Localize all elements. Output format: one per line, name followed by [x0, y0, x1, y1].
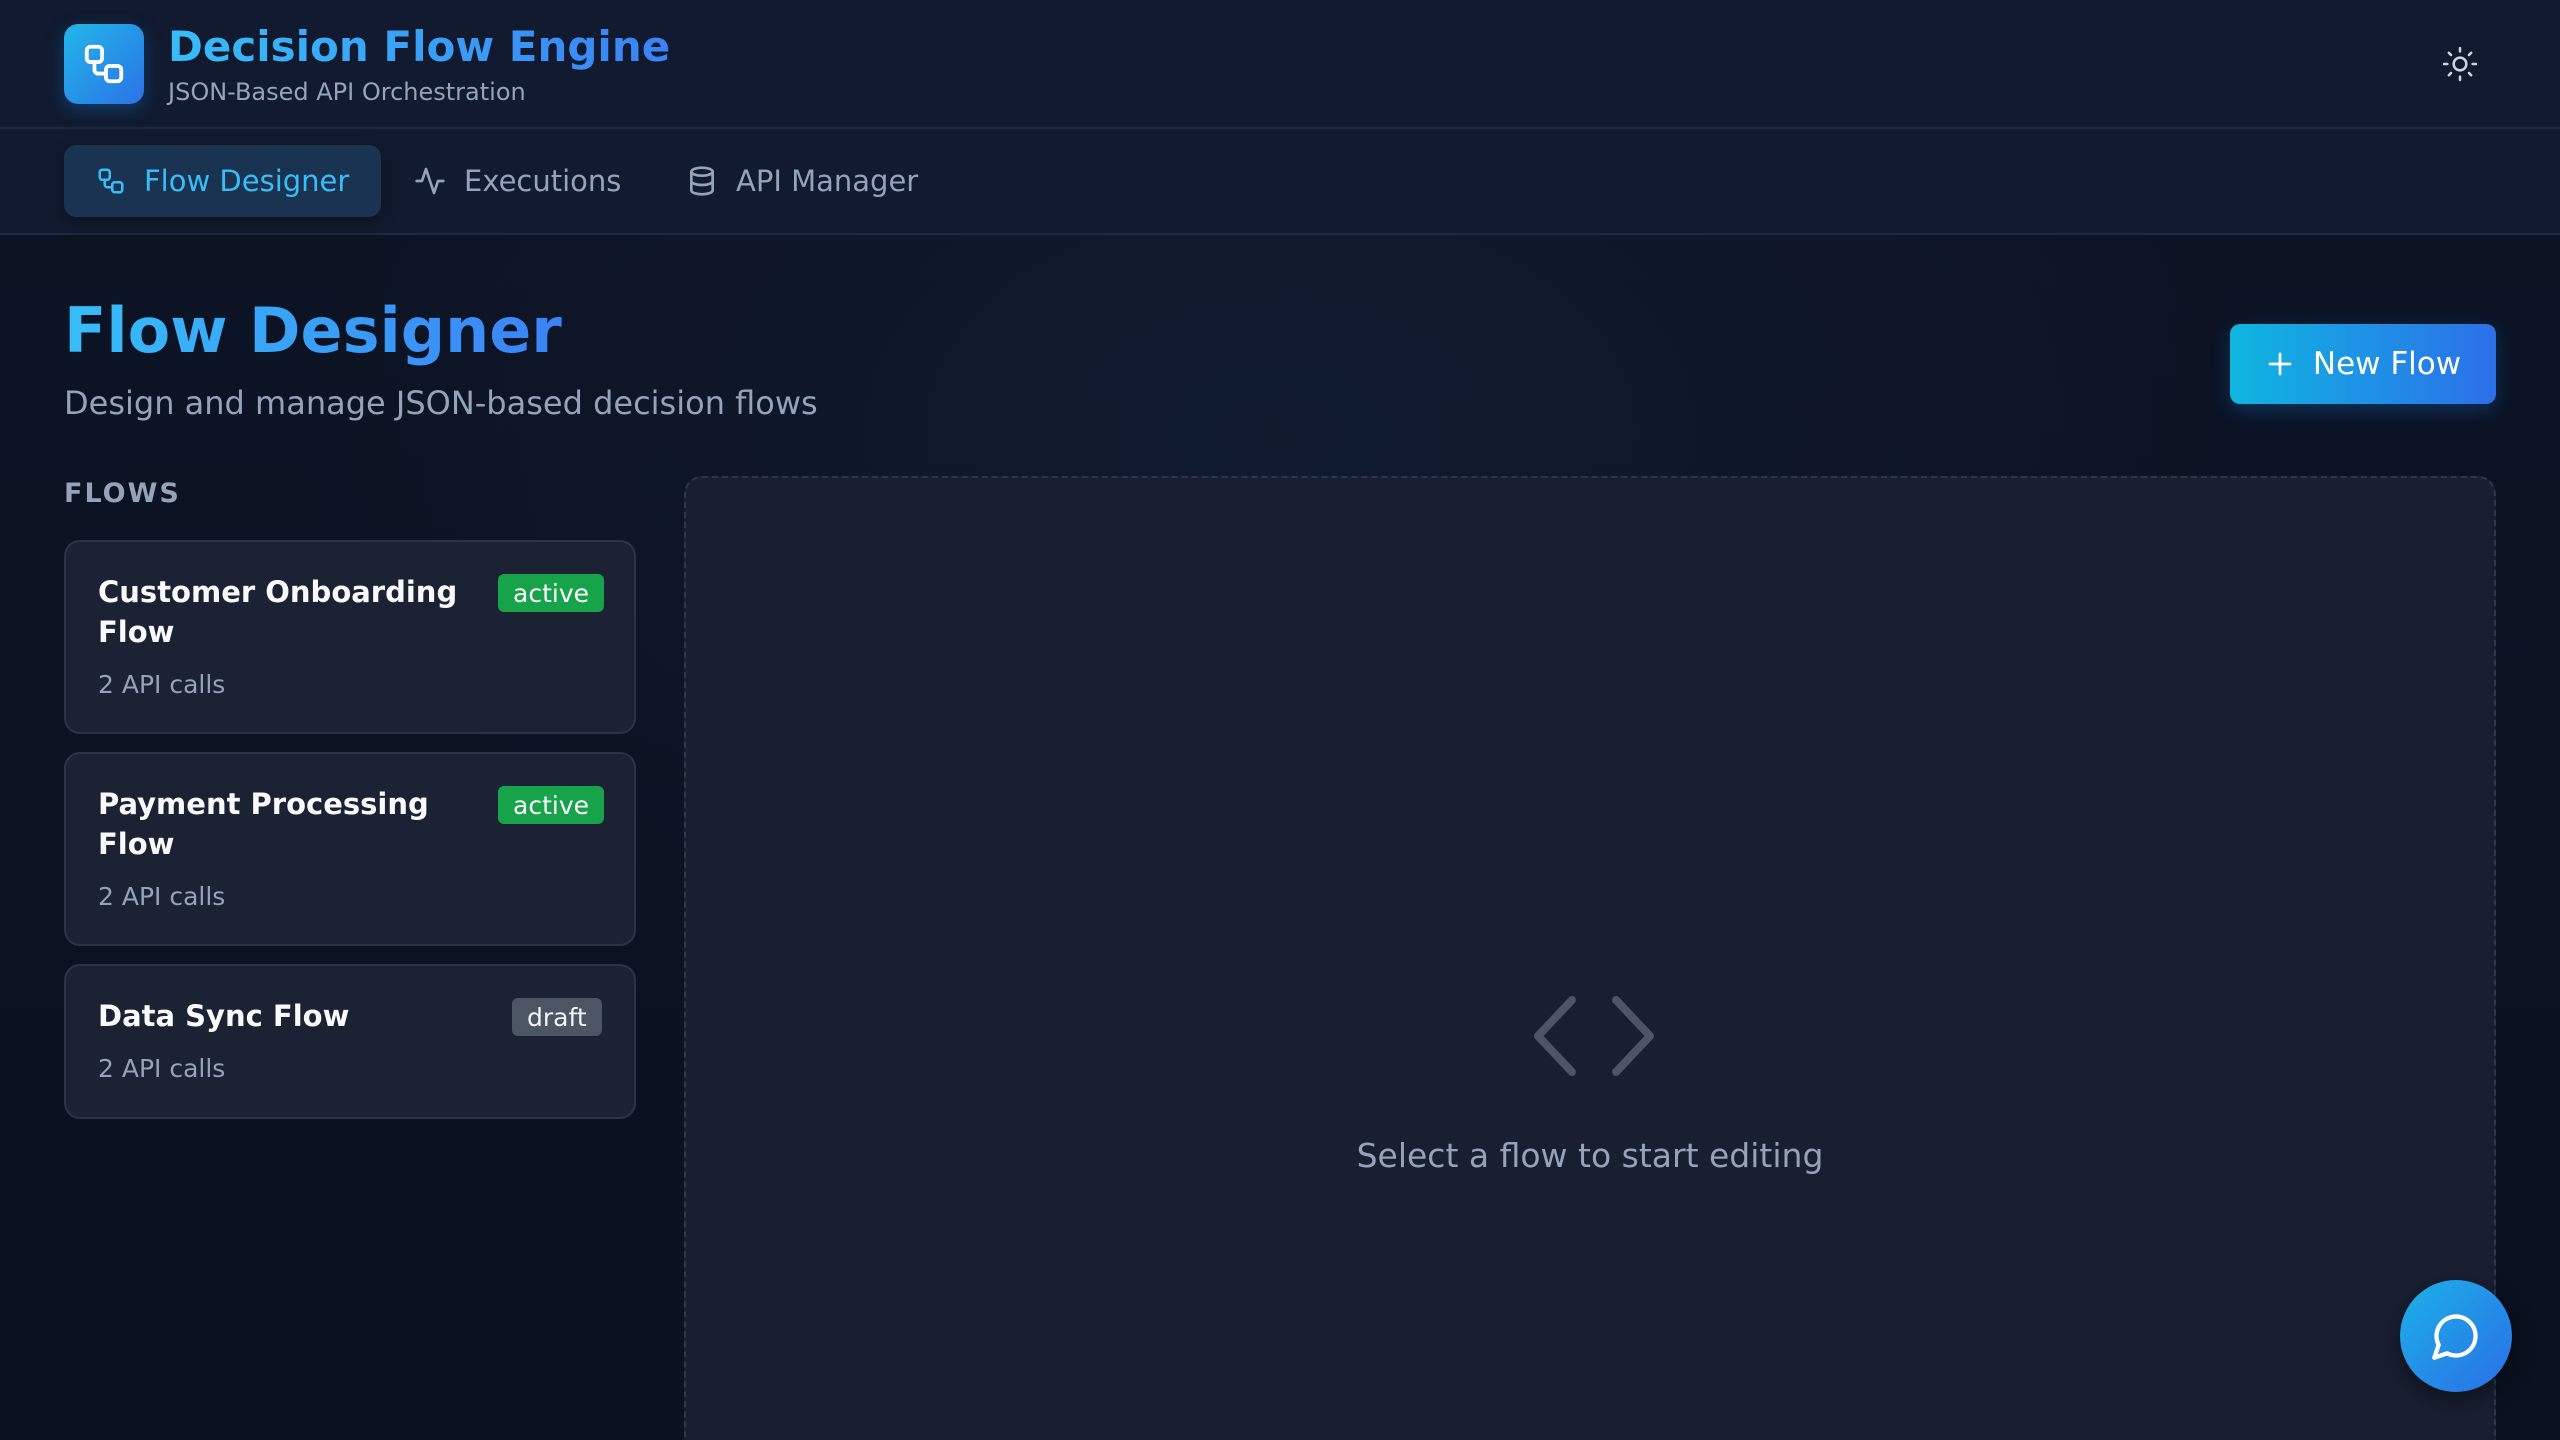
- flow-card-data-sync[interactable]: Data Sync Flow draft 2 API calls: [64, 964, 636, 1119]
- tab-api-manager[interactable]: API Manager: [654, 145, 950, 217]
- workflow-icon: [64, 24, 144, 104]
- flow-card-customer-onboarding[interactable]: Customer Onboarding Flow active 2 API ca…: [64, 540, 636, 734]
- tab-label: API Manager: [736, 164, 919, 198]
- message-circle-icon: [2432, 1314, 2478, 1360]
- page-subtitle: Design and manage JSON-based decision fl…: [64, 384, 818, 422]
- app-title: Decision Flow Engine: [168, 22, 671, 71]
- flow-api-calls: 2 API calls: [98, 882, 226, 911]
- status-badge: draft: [512, 998, 602, 1036]
- chat-button[interactable]: [2400, 1280, 2512, 1392]
- workflow-icon: [98, 168, 124, 194]
- flow-name: Data Sync Flow: [98, 999, 350, 1033]
- flow-api-calls: 2 API calls: [98, 670, 226, 699]
- flow-card-payment-processing[interactable]: Payment Processing Flow active 2 API cal…: [64, 752, 636, 946]
- status-badge: active: [498, 786, 604, 824]
- activity-icon: [415, 167, 445, 195]
- main-tabs: Flow Designer Executions API Manager: [0, 129, 2560, 235]
- app-subtitle: JSON-Based API Orchestration: [168, 78, 526, 106]
- new-flow-label: New Flow: [2312, 346, 2462, 382]
- tab-flow-designer[interactable]: Flow Designer: [64, 145, 382, 217]
- tab-label: Executions: [464, 164, 622, 198]
- empty-state-text: Select a flow to start editing: [1356, 1136, 1824, 1175]
- app-header: Decision Flow Engine JSON-Based API Orch…: [0, 0, 2560, 129]
- sun-icon: [2442, 46, 2478, 82]
- flow-api-calls: 2 API calls: [98, 1054, 226, 1083]
- status-badge: active: [498, 574, 604, 612]
- flow-name: Payment Processing Flow: [98, 787, 429, 861]
- flows-section-label: FLOWS: [64, 478, 181, 509]
- flow-editor-panel: Select a flow to start editing: [684, 476, 2496, 1440]
- tab-label: Flow Designer: [144, 164, 350, 198]
- tab-executions[interactable]: Executions: [382, 145, 653, 217]
- code-icon: [1534, 996, 1654, 1076]
- plus-icon: [2268, 352, 2292, 376]
- new-flow-button[interactable]: New Flow: [2230, 324, 2496, 404]
- flow-name: Customer Onboarding Flow: [98, 575, 458, 649]
- theme-toggle-button[interactable]: [2436, 40, 2484, 88]
- database-icon: [690, 166, 714, 196]
- page-title: Flow Designer: [64, 294, 562, 367]
